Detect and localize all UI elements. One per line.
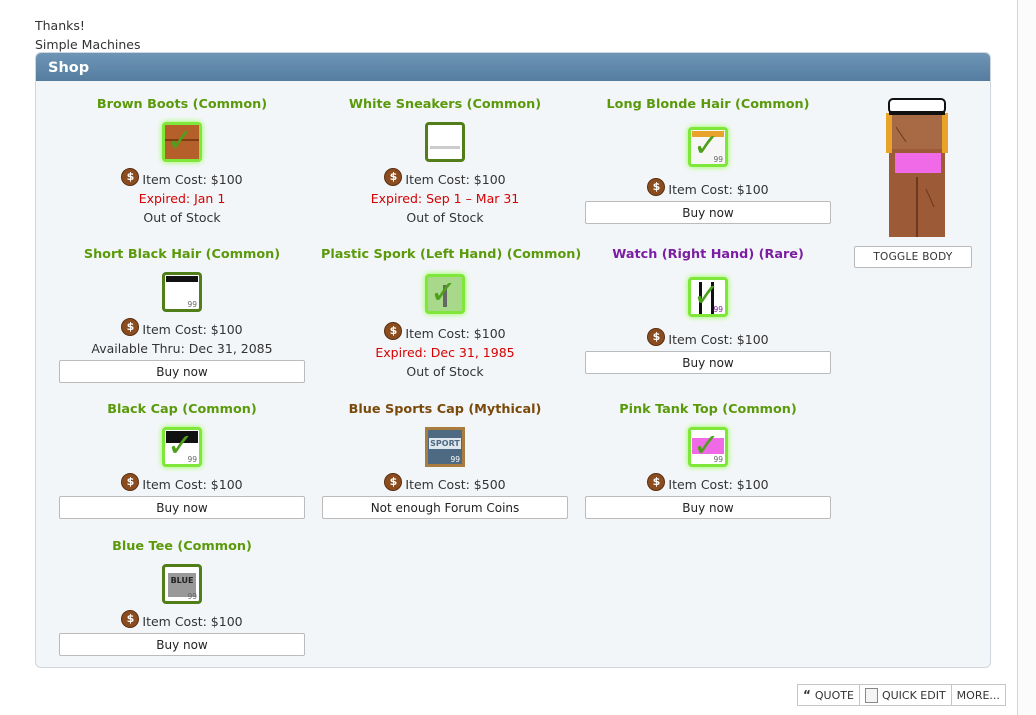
item-qty: 99 — [713, 305, 723, 314]
more-button[interactable]: MORE... — [950, 684, 1006, 706]
item-thumbnail: ✓ 99 — [688, 426, 728, 467]
buy-now-button[interactable]: Buy now — [585, 201, 831, 224]
quote-label: QUOTE — [814, 688, 854, 702]
item-cost: Item Cost: $100 — [668, 332, 769, 347]
item-qty: 99 — [713, 455, 723, 464]
page-scrollbar[interactable] — [1017, 0, 1036, 715]
shop-item-white-sneakers: White Sneakers (Common) $ Item Cost: $100… — [321, 96, 569, 227]
shop-item-black-cap: Black Cap (Common) ✓ 99 $ Item Cost: $100… — [58, 401, 306, 519]
quick-edit-button[interactable]: QUICK EDIT — [858, 684, 952, 706]
item-name: Pink Tank Top (Common) — [619, 402, 797, 417]
dollar-coin-icon: $ — [647, 178, 666, 196]
dollar-coin-icon: $ — [384, 168, 403, 186]
item-cost: Item Cost: $100 — [405, 172, 506, 187]
dollar-coin-icon: $ — [121, 318, 140, 336]
item-thumbnail: ✓ — [162, 121, 202, 162]
item-thumbnail: ✓ 99 — [162, 426, 202, 467]
item-cost: Item Cost: $100 — [405, 326, 506, 341]
buy-now-button[interactable]: Buy now — [59, 496, 305, 519]
item-expired: Expired: Dec 31, 1985 — [375, 345, 515, 360]
item-expired: Expired: Jan 1 — [138, 191, 226, 206]
dollar-coin-icon: $ — [647, 473, 666, 491]
item-cost: Item Cost: $100 — [142, 172, 243, 187]
buy-now-button[interactable]: Buy now — [59, 360, 305, 383]
item-name: White Sneakers (Common) — [348, 97, 542, 112]
avatar-preview — [886, 97, 948, 237]
shop-item-long-blonde-hair: Long Blonde Hair (Common) ✓ 99 $ Item Cos… — [584, 96, 832, 224]
shop-item-brown-boots: Brown Boots (Common) ✓ $ Item Cost: $100 … — [58, 96, 306, 227]
dollar-coin-icon: $ — [384, 322, 403, 340]
item-stock-status: Out of Stock — [406, 364, 484, 379]
post-text: Thanks! Simple Machines — [35, 16, 141, 54]
not-enough-coins-button[interactable]: Not enough Forum Coins — [322, 496, 568, 519]
item-thumbnail: ✓ — [425, 273, 465, 314]
item-availability: Available Thru: Dec 31, 2085 — [91, 341, 273, 356]
dollar-coin-icon: $ — [121, 168, 140, 186]
quick-edit-label: QUICK EDIT — [881, 688, 946, 702]
dollar-coin-icon: $ — [384, 473, 403, 491]
item-name: Blue Tee (Common) — [112, 539, 252, 554]
item-cost: Item Cost: $500 — [405, 477, 506, 492]
more-label: MORE... — [956, 688, 1000, 702]
shop-header: Shop — [36, 53, 990, 81]
buy-now-button[interactable]: Buy now — [59, 633, 305, 656]
item-cost: Item Cost: $100 — [142, 614, 243, 629]
check-icon: ✓ — [430, 273, 457, 311]
shop-item-short-black-hair: Short Black Hair (Common) 99 $ Item Cost:… — [58, 246, 306, 383]
item-qty: 99 — [187, 300, 197, 309]
item-thumbnail: ✓ 99 — [688, 276, 728, 317]
post-actions: “ QUOTE QUICK EDIT MORE... — [797, 684, 1006, 706]
item-name: Black Cap (Common) — [107, 402, 257, 417]
item-name: Brown Boots (Common) — [96, 97, 268, 112]
item-name: Watch (Right Hand) (Rare) — [612, 247, 804, 262]
item-name: Blue Sports Cap (Mythical) — [348, 402, 542, 417]
buy-now-button[interactable]: Buy now — [585, 496, 831, 519]
item-name: Short Black Hair (Common) — [83, 247, 281, 262]
item-stock-status: Out of Stock — [406, 210, 484, 225]
avatar-figure — [886, 98, 948, 237]
item-name: Long Blonde Hair (Common) — [606, 97, 810, 112]
item-qty: 99 — [187, 455, 197, 464]
item-name: Plastic Spork (Left Hand) (Common) — [321, 247, 582, 262]
item-expired: Expired: Sep 1 – Mar 31 — [370, 191, 520, 206]
item-thumbnail — [425, 122, 465, 162]
quote-button[interactable]: “ QUOTE — [797, 684, 860, 706]
item-qty: 99 — [187, 592, 197, 601]
dollar-coin-icon: $ — [121, 473, 140, 491]
toggle-body-button[interactable]: TOGGLE BODY — [854, 246, 972, 268]
buy-now-button[interactable]: Buy now — [585, 351, 831, 374]
shop-item-watch: Watch (Right Hand) (Rare) ✓ 99 $ Item Cos… — [584, 246, 832, 374]
item-thumbnail: SPORT 99 — [425, 427, 465, 467]
item-thumbnail: ✓ 99 — [688, 126, 728, 167]
dollar-coin-icon: $ — [647, 328, 666, 346]
item-cost: Item Cost: $100 — [142, 322, 243, 337]
item-thumbnail: BLUE 99 — [162, 564, 202, 604]
item-qty: 99 — [713, 155, 723, 164]
quote-icon: “ — [803, 688, 811, 702]
item-stock-status: Out of Stock — [143, 210, 221, 225]
dollar-coin-icon: $ — [121, 610, 140, 628]
shop-item-blue-tee: Blue Tee (Common) BLUE 99 $ Item Cost: $1… — [58, 538, 306, 656]
item-cost: Item Cost: $100 — [668, 182, 769, 197]
item-cost: Item Cost: $100 — [668, 477, 769, 492]
edit-icon — [864, 687, 878, 703]
item-thumbnail: 99 — [162, 272, 202, 312]
shop-item-pink-tank-top: Pink Tank Top (Common) ✓ 99 $ Item Cost: … — [584, 401, 832, 519]
item-cost: Item Cost: $100 — [142, 477, 243, 492]
item-qty: 99 — [450, 455, 460, 464]
post-line-thanks: Thanks! — [35, 18, 85, 33]
shop-item-plastic-spork: Plastic Spork (Left Hand) (Common) ✓ $ It… — [321, 246, 582, 381]
shop-item-blue-sports-cap: Blue Sports Cap (Mythical) SPORT 99 $ Ite… — [321, 401, 569, 519]
item-thumb-label: SPORT — [429, 438, 461, 449]
check-icon: ✓ — [167, 121, 194, 159]
shop-panel: Shop Brown Boots (Common) ✓ $ Item Cost: … — [35, 52, 991, 668]
